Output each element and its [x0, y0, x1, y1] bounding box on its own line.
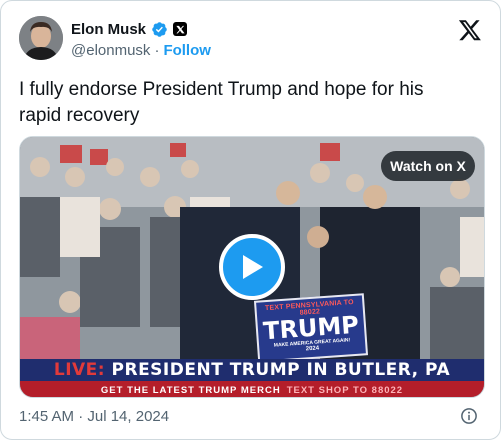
author-name-row: Elon Musk: [71, 19, 188, 39]
x-logo-icon[interactable]: [458, 18, 482, 42]
follow-button[interactable]: Follow: [163, 42, 211, 59]
tweet-card[interactable]: Elon Musk @elonmusk · Follow I fully end…: [0, 0, 501, 440]
x-affiliate-icon: [173, 22, 188, 36]
author-handle[interactable]: @elonmusk: [71, 42, 150, 59]
campaign-sign: TEXT PENNSYLVANIA TO 88022 TRUMP MAKE AM…: [253, 293, 369, 363]
live-label: LIVE:: [53, 360, 106, 380]
author-handle-row: @elonmusk · Follow: [71, 42, 211, 59]
video-player[interactable]: Watch on X TEXT PENNSYLVANIA TO 88022 TR…: [19, 136, 485, 398]
play-icon: [243, 255, 263, 279]
display-name[interactable]: Elon Musk: [71, 21, 146, 38]
avatar[interactable]: [19, 16, 63, 60]
banner-text: PRESIDENT TRUMP IN BUTLER, PA: [111, 360, 451, 380]
info-icon[interactable]: [460, 407, 478, 425]
separator-dot: ·: [154, 42, 160, 59]
tweet-timestamp[interactable]: 1:45 AM · Jul 14, 2024: [19, 408, 169, 425]
ticker-bar: GET THE LATEST TRUMP MERCH TEXT SHOP TO …: [20, 381, 484, 397]
ticker-left: GET THE LATEST TRUMP MERCH: [100, 384, 281, 396]
verified-badge-icon: [152, 21, 167, 37]
avatar-image: [19, 16, 63, 60]
live-banner: LIVE: PRESIDENT TRUMP IN BUTLER, PA: [20, 359, 484, 381]
ticker-right: TEXT SHOP TO 88022: [286, 384, 404, 396]
watch-on-x-button[interactable]: Watch on X: [381, 151, 475, 181]
play-button[interactable]: [219, 234, 285, 300]
tweet-text: I fully endorse President Trump and hope…: [19, 79, 424, 126]
